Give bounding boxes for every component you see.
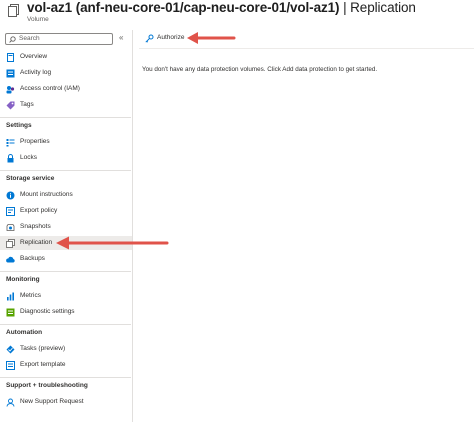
title-separator: | (339, 0, 351, 15)
sidebar-item-label: Metrics (20, 292, 41, 299)
sidebar-item-label: Mount instructions (20, 191, 73, 198)
section-support-troubleshooting: Support + troubleshooting (6, 382, 88, 389)
metrics-icon (7, 292, 14, 301)
sidebar-item-properties[interactable]: Properties (0, 135, 132, 149)
replication-icon (6, 239, 15, 248)
section-divider (0, 117, 131, 118)
section-automation: Automation (6, 329, 43, 336)
sidebar-item-locks[interactable]: Locks (0, 151, 132, 165)
sidebar-item-activity-log[interactable]: Activity log (0, 66, 132, 80)
section-storage-service: Storage service (6, 175, 55, 182)
sidebar-item-label: Backups (20, 255, 45, 262)
empty-state-message: You don't have any data protection volum… (142, 66, 378, 73)
toolbar-divider (139, 48, 474, 49)
volume-icon (8, 4, 19, 17)
section-divider (0, 271, 131, 272)
sidebar-item-label: Snapshots (20, 223, 51, 230)
section-divider (0, 170, 131, 171)
sidebar-item-new-support-request[interactable]: New Support Request (0, 395, 132, 409)
annotation-arrow-authorize (187, 32, 236, 44)
tag-icon (6, 101, 15, 110)
blade-name: Replication (350, 0, 416, 15)
section-monitoring: Monitoring (6, 276, 40, 283)
export-policy-icon (6, 207, 15, 216)
sidebar-item-label: New Support Request (20, 398, 84, 405)
sidebar-item-label: Tasks (preview) (20, 345, 66, 352)
iam-icon (6, 86, 15, 94)
page-header: vol-az1 (anf-neu-core-01/cap-neu-core-01… (0, 0, 474, 28)
sidebar-item-tasks[interactable]: Tasks (preview) (0, 342, 132, 356)
sidebar-item-label: Export policy (20, 207, 58, 214)
annotation-arrow-replication (56, 236, 169, 250)
resource-name: vol-az1 (anf-neu-core-01/cap-neu-core-01… (27, 0, 340, 15)
sidebar-item-label: Tags (20, 101, 34, 108)
section-settings: Settings (6, 122, 32, 129)
sidebar-item-label: Diagnostic settings (20, 308, 75, 315)
sidebar-item-iam[interactable]: Access control (IAM) (0, 82, 132, 96)
section-divider (0, 324, 131, 325)
tasks-icon (6, 345, 15, 354)
sidebar-item-overview[interactable]: Overview (0, 50, 132, 64)
section-divider (0, 377, 131, 378)
snapshot-icon (6, 224, 15, 231)
sidebar-item-label: Properties (20, 138, 50, 145)
sidebar-item-label: Locks (20, 154, 37, 161)
sidebar-item-snapshots[interactable]: Snapshots (0, 220, 132, 234)
export-template-icon (6, 361, 15, 370)
sidebar-item-diagnostic-settings[interactable]: Diagnostic settings (0, 305, 132, 319)
authorize-label: Authorize (157, 34, 185, 41)
authorize-icon (145, 34, 154, 43)
info-icon (6, 191, 15, 200)
lock-icon (7, 154, 14, 163)
activity-log-icon (6, 69, 15, 78)
search-placeholder: Search (19, 35, 40, 42)
support-request-icon (6, 398, 15, 407)
collapse-menu-button[interactable]: « (119, 33, 123, 42)
sidebar-item-label: Export template (20, 361, 66, 368)
sidebar-item-export-template[interactable]: Export template (0, 358, 132, 372)
sidebar-item-tags[interactable]: Tags (0, 98, 132, 112)
resource-type: Volume (27, 16, 49, 23)
page-title: vol-az1 (anf-neu-core-01/cap-neu-core-01… (27, 0, 416, 15)
diagnostic-icon (6, 308, 15, 317)
resource-menu: Search « Overview Activity log Access co… (0, 30, 132, 422)
sidebar-item-label: Overview (20, 53, 48, 60)
sidebar-item-metrics[interactable]: Metrics (0, 289, 132, 303)
search-input[interactable]: Search (5, 33, 113, 45)
sidebar-item-label: Activity log (20, 69, 52, 76)
sidebar-border (132, 30, 133, 422)
backup-icon (6, 256, 15, 263)
overview-icon (7, 53, 14, 62)
sidebar-item-label: Replication (20, 239, 53, 246)
sidebar-item-mount-instructions[interactable]: Mount instructions (0, 188, 132, 202)
sidebar-item-export-policy[interactable]: Export policy (0, 204, 132, 218)
sidebar-item-label: Access control (IAM) (20, 85, 80, 92)
properties-icon (6, 139, 15, 147)
sidebar-item-backups[interactable]: Backups (0, 252, 132, 266)
search-icon (9, 36, 16, 43)
